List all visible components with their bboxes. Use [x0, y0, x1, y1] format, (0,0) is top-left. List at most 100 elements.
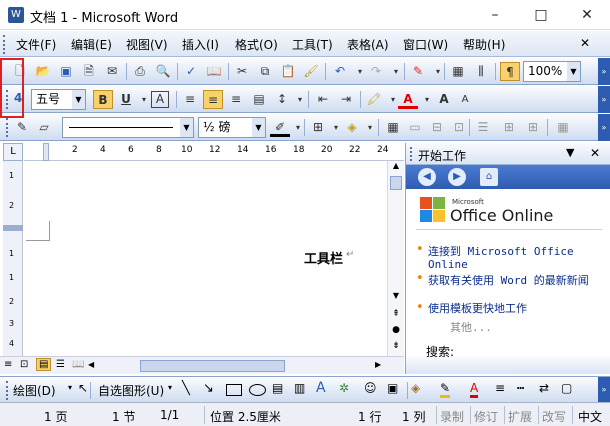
- autoshapes-dropdown-icon[interactable]: ▾: [168, 383, 172, 392]
- word-app-icon[interactable]: W: [8, 7, 24, 23]
- scroll-down-icon[interactable]: ▼: [389, 291, 403, 305]
- diagram-icon[interactable]: ✲: [339, 381, 349, 395]
- menu-format[interactable]: 格式(O): [235, 36, 278, 53]
- indent-marker[interactable]: [43, 143, 49, 161]
- horizontal-scrollbar[interactable]: ≡ ⊡ ▤ ☰ 📖 ◀ ▶: [0, 356, 404, 374]
- toolbar-options-icon[interactable]: »: [598, 86, 610, 113]
- increase-indent-icon[interactable]: ⇥: [336, 90, 356, 109]
- autofit-icon[interactable]: ▦: [553, 118, 573, 137]
- vertical-textbox-tool-icon[interactable]: ▥: [294, 381, 305, 395]
- table-autoformat-icon[interactable]: ⊞: [523, 118, 543, 137]
- back-icon[interactable]: ◀: [418, 168, 436, 186]
- line-tool-icon[interactable]: ╲: [182, 381, 190, 396]
- font-color-icon[interactable]: A: [470, 381, 479, 398]
- toolbar-options-icon[interactable]: »: [598, 114, 610, 141]
- toolbar-grip[interactable]: [6, 118, 9, 137]
- menu-file[interactable]: 文件(F): [16, 36, 56, 53]
- normal-view-icon[interactable]: ≡: [4, 359, 12, 370]
- email-icon[interactable]: ✉: [102, 62, 122, 81]
- line-spacing-dropdown-icon[interactable]: ▾: [290, 90, 310, 109]
- minimize-button[interactable]: –: [472, 0, 518, 30]
- chevron-down-icon[interactable]: ▼: [252, 118, 265, 137]
- print-icon[interactable]: ⎙: [130, 62, 150, 81]
- vertical-scrollbar[interactable]: ▲ ▼ ⇞ ● ⇟: [387, 161, 404, 356]
- toolbar-grip[interactable]: [6, 381, 9, 400]
- line-color-icon[interactable]: ✎: [440, 381, 451, 398]
- line-style-icon[interactable]: ≡: [495, 381, 505, 395]
- outline-view-icon[interactable]: ☰: [56, 359, 65, 370]
- font-size-combo[interactable]: 五号 ▼: [31, 89, 86, 110]
- menu-edit[interactable]: 编辑(E): [71, 36, 112, 53]
- task-pane-close-icon[interactable]: ✕: [590, 146, 600, 160]
- menu-table[interactable]: 表格(A): [347, 36, 389, 53]
- close-document-icon[interactable]: ✕: [580, 36, 590, 50]
- redo-dropdown-icon[interactable]: ▾: [386, 62, 406, 81]
- draw-table-icon[interactable]: ✎: [12, 118, 32, 137]
- scroll-left-icon[interactable]: ◀: [88, 360, 94, 369]
- menu-tools[interactable]: 工具(T): [292, 36, 333, 53]
- print-preview-icon[interactable]: 🔍: [153, 62, 173, 81]
- border-color-icon[interactable]: ✐: [270, 118, 290, 137]
- border-color-dropdown-icon[interactable]: ▾: [288, 118, 308, 137]
- zoom-combo[interactable]: 100% ▼: [523, 61, 581, 82]
- highlight-icon[interactable]: 🖍: [364, 90, 384, 109]
- arrow-tool-icon[interactable]: ↘: [203, 381, 214, 396]
- tab-selector[interactable]: L: [3, 143, 23, 161]
- paste-icon[interactable]: 📋: [278, 62, 298, 81]
- research-icon[interactable]: 📖: [204, 62, 224, 81]
- menu-help[interactable]: 帮助(H): [463, 36, 505, 53]
- underline-button[interactable]: U: [116, 90, 136, 109]
- close-button[interactable]: ✕: [564, 0, 610, 30]
- distribute-icon[interactable]: ▤: [249, 90, 269, 109]
- line-spacing-icon[interactable]: ↕: [272, 90, 292, 109]
- align-justify-icon[interactable]: ≡: [180, 90, 200, 109]
- undo-icon[interactable]: ↶: [330, 62, 350, 81]
- copy-icon[interactable]: ⧉: [255, 62, 275, 81]
- permission-icon[interactable]: 🗎: [79, 62, 99, 81]
- horizontal-ruler[interactable]: 2 4 6 8 10 12 14 16 18 20 22 24: [24, 143, 404, 161]
- font-color-button[interactable]: A: [398, 90, 418, 109]
- align-center-icon[interactable]: ≡: [203, 90, 223, 109]
- toolbar-options-icon[interactable]: »: [598, 58, 610, 85]
- scroll-right-icon[interactable]: ▶: [375, 360, 381, 369]
- status-extend[interactable]: 扩展: [508, 408, 532, 425]
- insert-table-icon[interactable]: ▦: [448, 62, 468, 81]
- maximize-button[interactable]: □: [518, 0, 564, 30]
- shrink-font-button[interactable]: A: [455, 90, 475, 109]
- menu-insert[interactable]: 插入(I): [182, 36, 219, 53]
- align-right-icon[interactable]: ≡: [226, 90, 246, 109]
- grow-font-button[interactable]: A: [434, 90, 454, 109]
- draw-dropdown-icon[interactable]: ▾: [68, 383, 72, 392]
- task-pane-grip[interactable]: [410, 147, 413, 161]
- menu-window[interactable]: 窗口(W): [403, 36, 448, 53]
- line-weight-combo[interactable]: ½ 磅 ▼: [198, 117, 266, 138]
- autoshapes-menu-button[interactable]: 自选图形(U): [98, 382, 164, 399]
- cut-icon[interactable]: ✂: [232, 62, 252, 81]
- save-icon[interactable]: ▣: [56, 62, 76, 81]
- split-cells-icon[interactable]: ⊟: [427, 118, 447, 137]
- dash-style-icon[interactable]: ┅: [517, 381, 524, 395]
- chevron-down-icon[interactable]: ▼: [567, 62, 580, 81]
- show-hide-paragraph-icon[interactable]: ¶: [500, 62, 520, 81]
- status-overtype[interactable]: 改写: [542, 408, 566, 425]
- horizontal-scroll-thumb[interactable]: [140, 360, 285, 372]
- line-style-combo[interactable]: ▼: [62, 117, 194, 138]
- rectangle-tool-icon[interactable]: [226, 384, 242, 396]
- link-connect-office-online[interactable]: 连接到 Microsoft Office Online: [428, 245, 603, 271]
- scroll-up-icon[interactable]: ▲: [389, 161, 403, 175]
- borders-icon[interactable]: ⊞: [308, 118, 328, 137]
- toolbar-options-icon[interactable]: »: [598, 377, 610, 402]
- home-icon[interactable]: ⌂: [480, 168, 498, 186]
- ink-icon[interactable]: ✎: [408, 62, 428, 81]
- menu-view[interactable]: 视图(V): [126, 36, 168, 53]
- wordart-icon[interactable]: A: [316, 380, 326, 396]
- insert-table-icon[interactable]: ▦: [383, 118, 403, 137]
- align-cell-icon[interactable]: ⊡: [449, 118, 469, 137]
- previous-page-icon[interactable]: ⇞: [389, 309, 403, 323]
- textbox-tool-icon[interactable]: ▤: [272, 381, 283, 395]
- select-objects-icon[interactable]: ↖: [78, 381, 88, 395]
- reading-view-icon[interactable]: 📖: [72, 359, 84, 370]
- clipart-icon[interactable]: ☺: [364, 381, 377, 395]
- draw-menu-button[interactable]: 绘图(D): [13, 382, 56, 399]
- redo-icon[interactable]: ↷: [366, 62, 386, 81]
